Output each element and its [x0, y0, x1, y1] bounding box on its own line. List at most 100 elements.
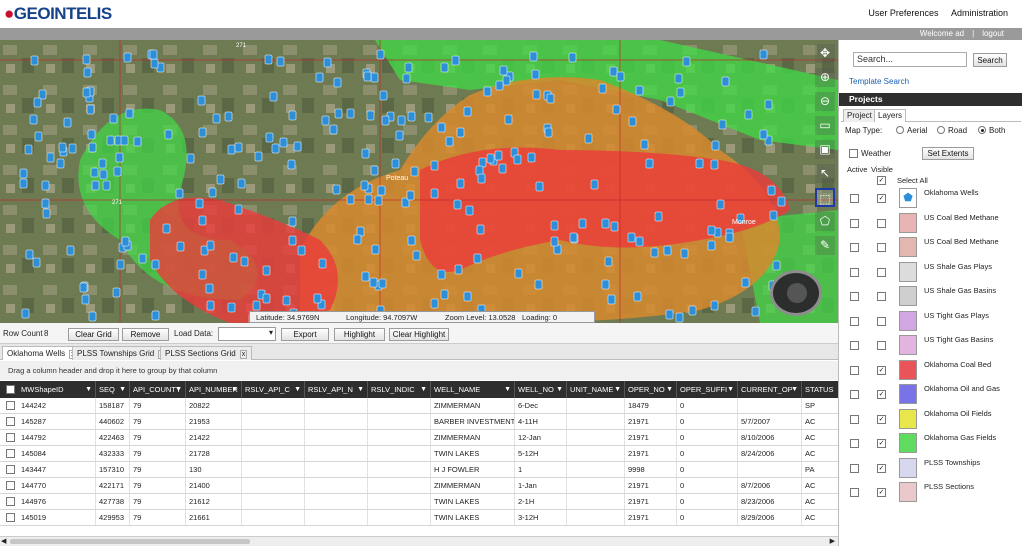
well-marker-icon[interactable]	[695, 158, 704, 169]
well-marker-icon[interactable]	[532, 89, 541, 100]
well-marker-icon[interactable]	[751, 306, 760, 317]
well-marker-icon[interactable]	[38, 89, 47, 100]
well-marker-icon[interactable]	[721, 76, 730, 87]
layer-visible-checkbox[interactable]: ✓	[877, 463, 886, 473]
row-checkbox[interactable]	[6, 481, 15, 490]
well-marker-icon[interactable]	[87, 129, 96, 140]
select-all-rows-checkbox[interactable]	[6, 385, 15, 394]
well-marker-icon[interactable]	[527, 152, 536, 163]
layer-active-checkbox[interactable]	[850, 414, 859, 424]
well-marker-icon[interactable]	[206, 240, 215, 251]
layer-active-checkbox[interactable]	[850, 341, 859, 350]
well-marker-icon[interactable]	[627, 232, 636, 243]
print-icon[interactable]: ▭	[815, 116, 835, 135]
well-marker-icon[interactable]	[777, 196, 786, 207]
well-marker-icon[interactable]	[650, 247, 659, 258]
column-header-mwshapeid[interactable]: MWShapeID ▼	[18, 381, 96, 398]
column-header-well-name[interactable]: WELL_NAME ▼	[431, 381, 515, 398]
well-marker-icon[interactable]	[19, 178, 28, 189]
well-marker-icon[interactable]	[321, 115, 330, 126]
well-marker-icon[interactable]	[133, 136, 142, 147]
clear-highlight-button[interactable]: Clear Highlight	[389, 328, 449, 341]
well-marker-icon[interactable]	[56, 158, 65, 169]
well-marker-icon[interactable]	[41, 198, 50, 209]
well-marker-icon[interactable]	[224, 111, 233, 122]
well-marker-icon[interactable]	[364, 194, 373, 205]
navigation-globe-icon[interactable]	[770, 270, 822, 316]
well-marker-icon[interactable]	[456, 127, 465, 138]
table-row[interactable]: 145287 440602 79 21953 BARBER INVESTMENTS 4-1…	[0, 414, 838, 430]
column-header-seq[interactable]: SEQ ▼	[96, 381, 130, 398]
well-marker-icon[interactable]	[553, 244, 562, 255]
polygon-icon[interactable]: ⬠	[815, 212, 835, 231]
grid-horizontal-scrollbar[interactable]: ◀ ▶	[0, 536, 838, 546]
well-marker-icon[interactable]	[550, 220, 559, 231]
well-marker-icon[interactable]	[162, 223, 171, 234]
well-marker-icon[interactable]	[353, 234, 362, 245]
column-header-rslv-api-c[interactable]: RSLV_API_C ▼	[242, 381, 305, 398]
well-marker-icon[interactable]	[288, 216, 297, 227]
scroll-left-icon[interactable]: ◀	[1, 537, 6, 545]
layer-active-checkbox[interactable]	[850, 316, 859, 326]
well-marker-icon[interactable]	[666, 96, 675, 107]
well-marker-icon[interactable]	[430, 298, 439, 309]
well-marker-icon[interactable]	[465, 205, 474, 216]
well-marker-icon[interactable]	[79, 282, 88, 293]
well-marker-icon[interactable]	[407, 111, 416, 122]
well-marker-icon[interactable]	[120, 135, 129, 146]
search-button[interactable]: Search	[973, 53, 1007, 67]
layer-visible-checkbox[interactable]	[877, 292, 886, 301]
layer-active-checkbox[interactable]	[850, 463, 859, 473]
well-marker-icon[interactable]	[371, 244, 380, 255]
well-marker-icon[interactable]	[186, 153, 195, 164]
group-by-bar[interactable]: Drag a column header and drop it here to…	[0, 361, 838, 380]
well-marker-icon[interactable]	[601, 279, 610, 290]
geointelis-logo[interactable]: ●GEOINTELIS	[4, 4, 112, 24]
filter-icon[interactable]: ▼	[727, 381, 734, 398]
filter-icon[interactable]: ▼	[294, 381, 301, 398]
well-marker-icon[interactable]	[282, 295, 291, 306]
well-marker-icon[interactable]	[123, 52, 132, 63]
layer-active-checkbox[interactable]	[850, 488, 859, 497]
well-marker-icon[interactable]	[486, 153, 495, 164]
well-marker-icon[interactable]	[361, 271, 370, 282]
well-marker-icon[interactable]	[437, 122, 446, 133]
well-marker-icon[interactable]	[164, 129, 173, 140]
well-marker-icon[interactable]	[208, 187, 217, 198]
well-marker-icon[interactable]	[601, 218, 610, 229]
well-marker-icon[interactable]	[676, 87, 685, 98]
filter-icon[interactable]: ▼	[556, 381, 563, 398]
well-marker-icon[interactable]	[665, 309, 674, 320]
well-marker-icon[interactable]	[494, 150, 503, 161]
filter-icon[interactable]: ▼	[231, 381, 238, 398]
layer-visible-checkbox[interactable]: ✓	[877, 365, 886, 375]
tab-plss-sections[interactable]: PLSS Sections Grid x	[160, 346, 253, 360]
well-marker-icon[interactable]	[151, 259, 160, 270]
layer-active-checkbox[interactable]	[850, 194, 859, 203]
well-marker-icon[interactable]	[88, 311, 97, 322]
well-marker-icon[interactable]	[212, 113, 221, 124]
well-marker-icon[interactable]	[424, 112, 433, 123]
well-marker-icon[interactable]	[725, 232, 734, 243]
well-marker-icon[interactable]	[34, 131, 43, 142]
well-marker-icon[interactable]	[234, 142, 243, 153]
well-marker-icon[interactable]	[265, 132, 274, 143]
well-marker-icon[interactable]	[313, 293, 322, 304]
well-marker-icon[interactable]	[410, 166, 419, 177]
column-header-status[interactable]: STATUS▼	[802, 381, 838, 398]
well-marker-icon[interactable]	[381, 115, 390, 126]
well-marker-icon[interactable]	[366, 110, 375, 121]
well-marker-icon[interactable]	[297, 245, 306, 256]
export-button[interactable]: Export	[281, 328, 329, 341]
well-marker-icon[interactable]	[83, 67, 92, 78]
well-marker-icon[interactable]	[544, 127, 553, 138]
layer-visible-checkbox[interactable]: ✓	[877, 194, 886, 203]
well-marker-icon[interactable]	[25, 249, 34, 260]
column-header-unit-name[interactable]: UNIT_NAME ▼	[567, 381, 625, 398]
well-marker-icon[interactable]	[102, 180, 111, 191]
well-marker-icon[interactable]	[30, 55, 39, 66]
well-marker-icon[interactable]	[514, 268, 523, 279]
well-marker-icon[interactable]	[318, 258, 327, 269]
well-marker-icon[interactable]	[569, 232, 578, 243]
well-marker-icon[interactable]	[406, 190, 415, 201]
